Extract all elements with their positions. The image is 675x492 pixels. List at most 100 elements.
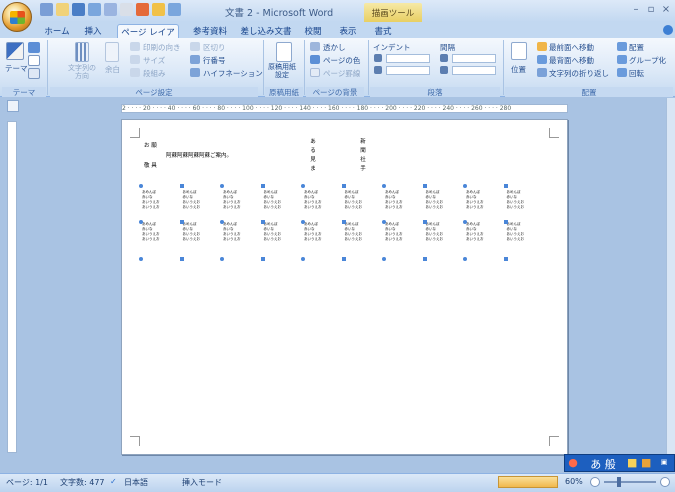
rotate-icon[interactable]: [617, 68, 627, 77]
theme-colors-icon[interactable]: [28, 42, 40, 53]
tab-home[interactable]: ホーム: [44, 24, 70, 38]
send-to-back-button[interactable]: 最背面へ移動: [549, 55, 594, 66]
maximize-button[interactable]: ▫: [645, 4, 657, 15]
shape-handle[interactable]: [422, 257, 427, 261]
tab-view[interactable]: 表示: [337, 24, 359, 38]
shape-handle[interactable]: [341, 184, 346, 188]
tab-references[interactable]: 参考資料: [190, 24, 230, 38]
shape-handle[interactable]: [260, 257, 265, 261]
open-icon[interactable]: [56, 3, 69, 16]
office-button[interactable]: [2, 2, 32, 32]
columns-icon[interactable]: [130, 68, 140, 77]
breaks-icon[interactable]: [190, 42, 200, 51]
status-word-count[interactable]: 文字数: 477: [60, 477, 105, 488]
manuscript-paper-button[interactable]: 原稿用紙 設定: [268, 63, 296, 79]
proofing-icon[interactable]: ✓: [110, 477, 117, 486]
line-numbers-icon[interactable]: [190, 55, 200, 64]
shape-handle[interactable]: [179, 184, 184, 188]
page-color-icon[interactable]: [310, 55, 320, 64]
position-button[interactable]: 位置: [511, 64, 526, 75]
shape-handle[interactable]: [301, 220, 305, 224]
ime-dict-icon[interactable]: ■: [641, 456, 651, 470]
align-button[interactable]: 配置: [629, 42, 644, 53]
orientation-label[interactable]: 印刷の向き: [143, 42, 181, 53]
page-border-icon[interactable]: [310, 68, 320, 77]
shape-handle[interactable]: [260, 220, 265, 224]
text-wrap-button[interactable]: 文字列の折り返し: [549, 68, 609, 79]
shape-handle[interactable]: [341, 257, 346, 261]
view-buttons[interactable]: [498, 476, 558, 488]
zoom-slider-thumb[interactable]: [617, 477, 621, 487]
shape-handle[interactable]: [341, 220, 346, 224]
shape-handle[interactable]: [463, 184, 467, 188]
shape-handle[interactable]: [220, 184, 224, 188]
text-direction-icon[interactable]: [75, 42, 89, 62]
text-wrap-icon[interactable]: [537, 68, 547, 77]
orientation-icon[interactable]: [130, 42, 140, 51]
tab-insert[interactable]: 挿入: [82, 24, 104, 38]
group-icon[interactable]: [617, 55, 627, 64]
line-numbers-label[interactable]: 行番号: [203, 55, 226, 66]
minimize-button[interactable]: –: [630, 4, 642, 15]
shape-handle[interactable]: [503, 220, 508, 224]
tab-page-layout[interactable]: ページ レイアウト: [117, 24, 179, 50]
zoom-out-button[interactable]: [590, 477, 600, 487]
columns-label[interactable]: 段組み: [143, 68, 166, 79]
align-icon[interactable]: [617, 42, 627, 51]
breaks-label[interactable]: 区切り: [203, 42, 226, 53]
shape-handle[interactable]: [503, 257, 508, 261]
save-icon[interactable]: [40, 3, 53, 16]
undo-icon[interactable]: [88, 3, 101, 16]
theme-button-label[interactable]: テーマ: [5, 63, 28, 74]
tab-mailings[interactable]: 差し込み文書: [240, 24, 292, 38]
size-icon[interactable]: [130, 55, 140, 64]
document-page[interactable]: お 願 阿蘇阿蘇阿蘇阿蘇ご案内。 敬 具 ある 見 ま 新 聞 社 手 あめんぼ…: [121, 119, 568, 455]
spacing-before-input[interactable]: [452, 54, 496, 63]
quick-access-icon[interactable]: [136, 3, 149, 16]
shape-handle[interactable]: [260, 184, 265, 188]
watermark-icon[interactable]: [310, 42, 320, 51]
shape-handle[interactable]: [463, 220, 467, 224]
page-color-button[interactable]: ページの色: [323, 55, 360, 66]
shape-handle[interactable]: [139, 257, 143, 261]
theme-fonts-icon[interactable]: [28, 55, 40, 66]
hyphenation-label[interactable]: ハイフネーション: [203, 68, 263, 79]
shape-handle[interactable]: [422, 184, 427, 188]
size-label[interactable]: サイズ: [143, 55, 165, 66]
watermark-button[interactable]: 透かし: [323, 42, 346, 53]
shape-handle[interactable]: [220, 220, 224, 224]
indent-left-input[interactable]: [386, 54, 430, 63]
indent-right-input[interactable]: [386, 66, 430, 75]
spacing-after-input[interactable]: [452, 66, 496, 75]
shape-handle[interactable]: [301, 257, 305, 261]
ime-caps-icon[interactable]: ▣: [655, 456, 673, 470]
vertical-scrollbar[interactable]: [666, 98, 675, 463]
ime-mode[interactable]: あ 般: [581, 456, 625, 471]
send-to-back-icon[interactable]: [537, 55, 547, 64]
bring-to-front-button[interactable]: 最前面へ移動: [549, 42, 594, 53]
bring-to-front-icon[interactable]: [537, 42, 547, 51]
shape-handle[interactable]: [179, 257, 184, 261]
manuscript-paper-icon[interactable]: [276, 42, 292, 62]
shape-handle[interactable]: [220, 257, 224, 261]
shape-handle[interactable]: [503, 184, 508, 188]
print-icon[interactable]: [120, 3, 133, 16]
margins-label[interactable]: 余白: [105, 64, 120, 75]
ruler-toggle[interactable]: [7, 100, 19, 112]
shape-handle[interactable]: [139, 184, 143, 188]
shape-handle[interactable]: [382, 220, 386, 224]
shape-handle[interactable]: [382, 184, 386, 188]
theme-effects-icon[interactable]: [28, 68, 40, 79]
vertical-ruler[interactable]: [7, 121, 17, 453]
shape-handle[interactable]: [422, 220, 427, 224]
close-button[interactable]: ×: [660, 4, 672, 15]
text-direction-label[interactable]: 文字列の 方向: [68, 64, 96, 80]
status-page[interactable]: ページ: 1/1: [6, 477, 48, 488]
margins-icon[interactable]: [105, 42, 119, 62]
shape-handle[interactable]: [179, 220, 184, 224]
theme-icon[interactable]: [6, 42, 24, 60]
zoom-slider[interactable]: [604, 481, 656, 483]
shape-handle[interactable]: [382, 257, 386, 261]
save-as-icon[interactable]: [72, 3, 85, 16]
tab-format[interactable]: 書式: [372, 24, 394, 38]
